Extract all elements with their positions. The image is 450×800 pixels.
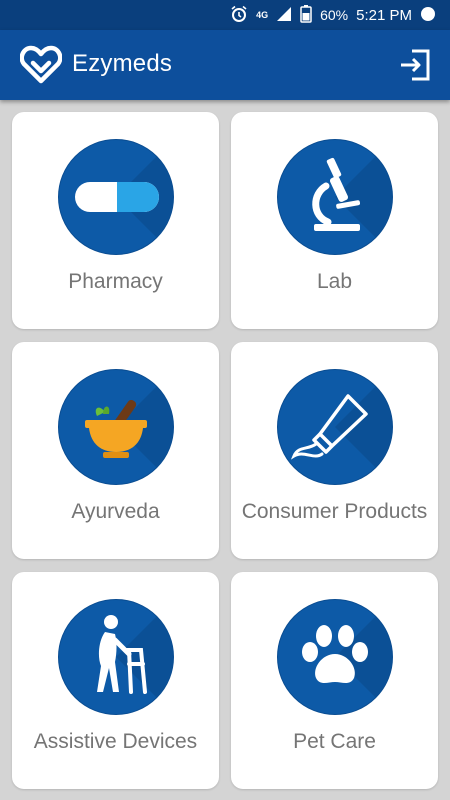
heart-logo-icon — [19, 44, 63, 89]
category-label: Assistive Devices — [33, 730, 198, 753]
status-bar: 4G 60% 5:21 PM — [0, 0, 450, 30]
category-card-lab[interactable]: Lab — [231, 112, 438, 329]
paw-icon — [277, 599, 393, 715]
alarm-icon — [230, 5, 248, 26]
category-label: Lab — [316, 270, 353, 293]
category-card-ayurveda[interactable]: Ayurveda — [12, 342, 219, 559]
category-card-pet-care[interactable]: Pet Care — [231, 572, 438, 789]
exit-icon — [401, 49, 430, 81]
category-card-assistive-devices[interactable]: Assistive Devices — [12, 572, 219, 789]
category-label: Consumer Products — [241, 500, 428, 523]
app-title: Ezymeds — [72, 50, 173, 77]
app-bar: Ezymeds — [0, 30, 450, 100]
clock-time: 5:21 PM — [356, 6, 412, 24]
signal-icon — [276, 6, 292, 25]
mortar-icon — [58, 369, 174, 485]
tube-icon — [277, 369, 393, 485]
category-card-consumer-products[interactable]: Consumer Products — [231, 342, 438, 559]
battery-icon — [300, 4, 312, 26]
network-type: 4G — [256, 10, 269, 20]
category-card-pharmacy[interactable]: Pharmacy — [12, 112, 219, 329]
walker-icon — [58, 599, 174, 715]
category-label: Pharmacy — [68, 270, 163, 293]
microscope-icon — [277, 139, 393, 255]
category-label: Ayurveda — [71, 500, 160, 523]
battery-level: 60% — [320, 7, 349, 23]
category-label: Pet Care — [293, 730, 376, 753]
record-icon — [420, 6, 436, 25]
pill-icon — [58, 139, 174, 255]
exit-button[interactable] — [398, 48, 432, 82]
category-grid: Pharmacy Lab Ayurveda Consumer Products … — [12, 112, 438, 789]
